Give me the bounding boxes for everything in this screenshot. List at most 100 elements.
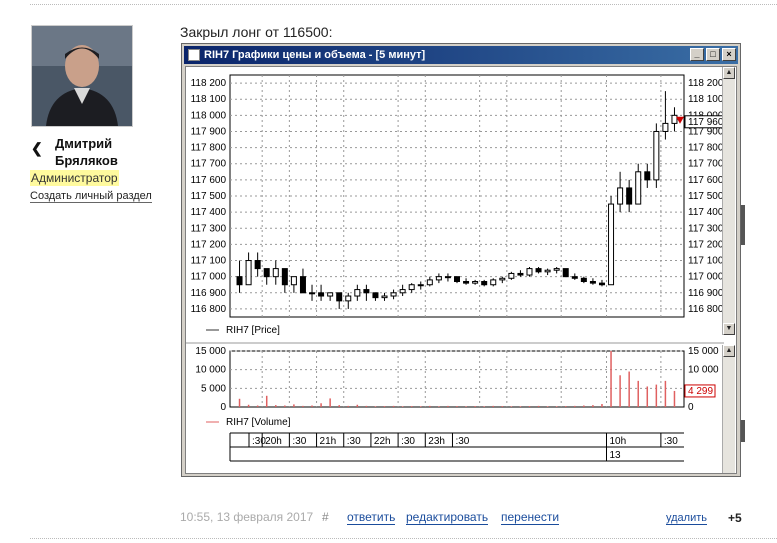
time-label: :30 <box>292 436 306 447</box>
candle-body <box>517 272 524 276</box>
price-y-tick-right: 117 100 <box>688 256 724 267</box>
volume-scrollbar[interactable]: ▲ <box>722 345 735 473</box>
volume-y-tick: 15 000 <box>195 346 226 357</box>
time-label: 22h <box>374 436 391 447</box>
candle-body <box>598 282 605 286</box>
price-legend: RIH7 [Price] <box>226 325 280 336</box>
scroll-down-button[interactable]: ▼ <box>723 323 735 335</box>
price-y-tick: 117 200 <box>191 239 227 250</box>
candle-body <box>363 289 370 294</box>
close-button[interactable]: × <box>722 48 736 61</box>
candle-body <box>508 272 515 279</box>
time-label: 10h <box>610 436 627 447</box>
price-scrollbar[interactable]: ▲ ▼ <box>722 67 735 335</box>
candle-body <box>417 284 424 287</box>
candle-body <box>526 268 533 276</box>
candle-body <box>245 260 252 286</box>
candle-body <box>263 268 270 278</box>
top-divider <box>30 4 777 5</box>
price-y-tick: 116 900 <box>191 288 227 299</box>
price-y-tick: 117 400 <box>191 207 227 218</box>
chart-canvas[interactable]: 118 200118 200118 100118 100118 000118 0… <box>186 67 724 473</box>
candle-body <box>617 187 624 205</box>
candle-body <box>662 122 669 132</box>
candle-body <box>281 268 288 286</box>
candle-body <box>290 276 297 286</box>
page-scroll-marker <box>741 205 745 245</box>
time-label: :30 <box>401 436 415 447</box>
price-y-tick-right: 117 700 <box>688 159 724 170</box>
price-y-tick: 116 800 <box>191 304 227 315</box>
chart-window: RIH7 Графики цены и объема - [5 минут] _… <box>181 43 741 477</box>
candle-body <box>435 276 442 281</box>
price-y-tick-right: 117 800 <box>688 143 724 154</box>
candle-body <box>580 277 587 283</box>
time-label: :30 <box>664 436 678 447</box>
edit-link[interactable]: редактировать <box>406 510 489 525</box>
move-link[interactable]: перенести <box>501 510 560 525</box>
window-titlebar[interactable]: RIH7 Графики цены и объема - [5 минут] _… <box>184 46 738 64</box>
post-timestamp: 10:55, 13 февраля 2017 <box>180 510 314 524</box>
delete-link[interactable]: удалить <box>666 512 708 525</box>
candle-body <box>553 268 560 271</box>
permalink-hash[interactable]: # <box>322 510 329 524</box>
price-y-tick-right: 117 200 <box>688 239 724 250</box>
time-label: 21h <box>320 436 337 447</box>
post-score: +5 <box>728 511 742 525</box>
create-section-link[interactable]: Создать личный раздел <box>30 190 152 203</box>
candle-body <box>499 277 506 281</box>
chevron-up-icon: ❮ <box>31 140 43 156</box>
candle-body <box>272 268 279 278</box>
candle-body <box>535 268 542 273</box>
time-label: 20h <box>265 436 282 447</box>
window-title: RIH7 Графики цены и объема - [5 минут] <box>204 49 426 61</box>
candle-body <box>454 276 460 283</box>
price-y-tick: 117 700 <box>191 159 227 170</box>
bottom-divider <box>30 538 777 539</box>
author-avatar[interactable] <box>31 25 133 127</box>
candle-body <box>345 295 352 302</box>
price-y-tick: 117 500 <box>191 191 227 202</box>
candle-body <box>309 292 316 295</box>
price-y-tick: 117 300 <box>191 223 227 234</box>
candle-body <box>481 281 488 286</box>
candle-body <box>254 260 261 270</box>
reply-link[interactable]: ответить <box>347 510 396 525</box>
candle-body <box>444 276 451 279</box>
last-price-label: 117 960 <box>688 117 724 128</box>
price-y-tick: 118 100 <box>191 94 227 105</box>
scroll-up-button[interactable]: ▲ <box>723 67 735 79</box>
candle-body <box>408 284 415 291</box>
post-title: Закрыл лонг от 116500: <box>180 24 333 40</box>
minimize-button[interactable]: _ <box>690 48 704 61</box>
volume-y-tick-right: 0 <box>688 402 694 413</box>
volume-y-tick: 5 000 <box>201 383 226 394</box>
price-y-tick-right: 117 400 <box>688 207 724 218</box>
vol-scroll-up-button[interactable]: ▲ <box>723 345 735 357</box>
author-name[interactable]: Дмитрий Бряляков <box>55 135 118 169</box>
candle-body <box>236 276 243 286</box>
chart-client-area: 118 200118 200118 100118 100118 000118 0… <box>185 66 737 474</box>
role-badge: Администратор <box>30 170 119 186</box>
candle-body <box>399 289 406 294</box>
candle-body <box>472 281 479 284</box>
time-label: :30 <box>455 436 469 447</box>
price-y-tick-right: 118 100 <box>688 94 724 105</box>
price-y-tick-right: 117 500 <box>688 191 724 202</box>
author-first-name: Дмитрий <box>55 136 113 151</box>
maximize-button[interactable]: □ <box>706 48 720 61</box>
candle-body <box>336 292 343 302</box>
candle-body <box>354 289 361 297</box>
candle-body <box>463 281 470 284</box>
price-y-tick-right: 117 000 <box>688 272 724 283</box>
candle-body <box>608 203 615 286</box>
price-y-tick: 117 000 <box>191 272 227 283</box>
candle-body <box>635 171 642 205</box>
candle-body <box>644 171 651 181</box>
candle-body <box>626 187 633 205</box>
last-volume-label: 4 299 <box>688 386 713 397</box>
candle-body <box>299 276 306 294</box>
date-label: 13 <box>610 450 622 461</box>
price-y-tick: 117 600 <box>191 175 227 186</box>
candle-body <box>653 130 660 181</box>
